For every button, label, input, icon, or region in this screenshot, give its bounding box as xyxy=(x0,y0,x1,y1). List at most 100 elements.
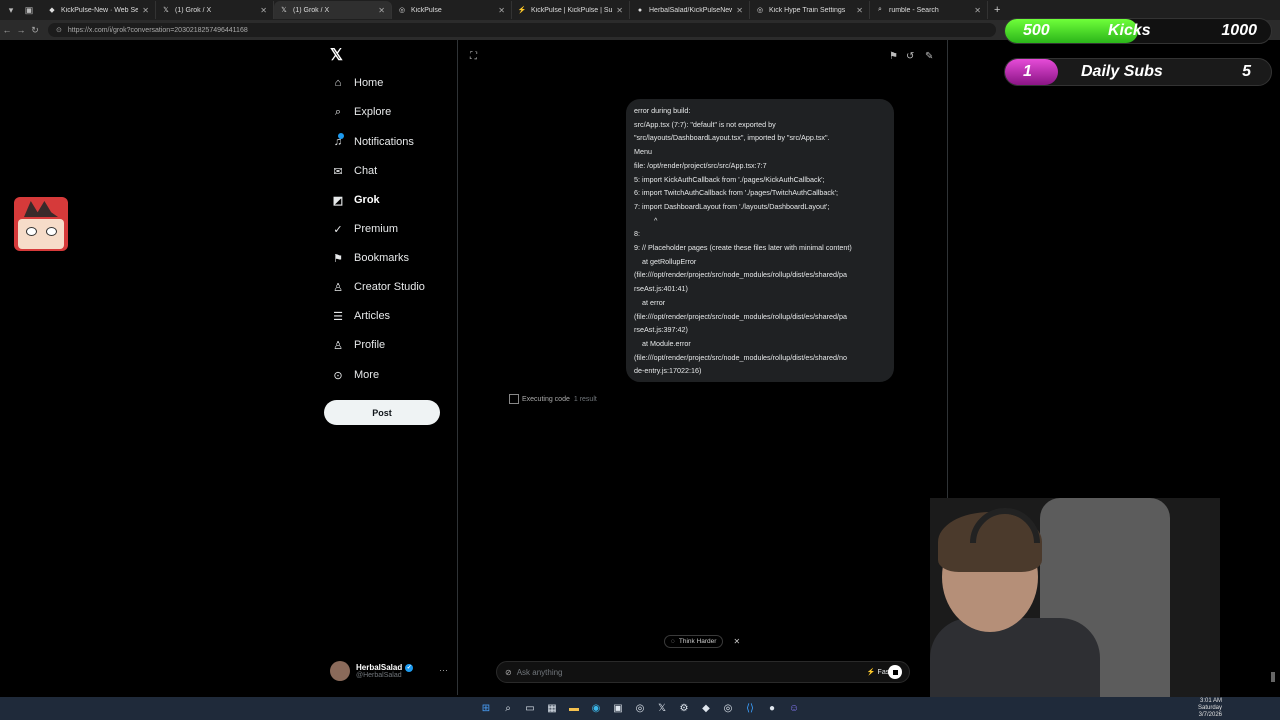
browser-tab[interactable]: ◎ KickPulse ✕ xyxy=(392,1,512,19)
profile-name: HerbalSalad xyxy=(356,663,403,672)
forward-icon[interactable]: → xyxy=(14,25,28,35)
reload-icon[interactable]: ↻ xyxy=(28,25,42,36)
close-icon[interactable]: ✕ xyxy=(974,6,981,15)
new-tab-icon[interactable]: + xyxy=(994,4,1000,16)
attach-icon[interactable]: ⊘ xyxy=(505,668,512,677)
obs-icon[interactable]: ● xyxy=(765,702,779,716)
think-harder-label: Think Harder xyxy=(678,637,717,645)
site-info-icon[interactable]: ⊙ xyxy=(56,26,62,34)
streamer-emote-image xyxy=(14,197,68,251)
x-icon: 𝕏 xyxy=(281,7,287,14)
executing-label: Executing code xyxy=(522,395,570,403)
taskbar: ⊞ ⌕ ▭ ▦ ▬ ◉ ▣ ◎ 𝕏 ⚙ ◆ ◎ ⟨⟩ ● ☺ xyxy=(0,697,1280,720)
browser-tab[interactable]: ● HerbalSalad/KickPulseNew ✕ xyxy=(630,1,750,19)
close-icon[interactable]: ✕ xyxy=(378,6,385,15)
close-icon[interactable]: ✕ xyxy=(498,6,505,15)
message-line: ^ xyxy=(634,215,658,225)
edge-icon[interactable]: ◉ xyxy=(589,702,603,716)
file-explorer-icon[interactable]: ▬ xyxy=(567,702,581,716)
stop-button[interactable] xyxy=(888,665,902,679)
chrome-icon[interactable]: ◎ xyxy=(721,702,735,716)
post-button[interactable]: Post xyxy=(324,400,440,425)
widgets-icon[interactable]: ▦ xyxy=(545,702,559,716)
close-icon[interactable]: ✕ xyxy=(616,6,623,15)
clock-time: 3:01 AM xyxy=(1199,698,1222,704)
x-icon: 𝕏 xyxy=(163,7,169,14)
creator-icon: ♙ xyxy=(333,281,343,294)
chrome-icon[interactable]: ◎ xyxy=(633,702,647,716)
scrollbar[interactable] xyxy=(1271,672,1275,682)
bookmark-icon[interactable]: ⚑ xyxy=(889,51,898,62)
back-icon[interactable]: ← xyxy=(0,25,14,35)
browser-tab-active[interactable]: 𝕏 (1) Grok / X ✕ xyxy=(274,1,392,19)
windows-start-icon[interactable]: ⊞ xyxy=(479,702,493,716)
message-line: de-entry.js:17022:16) xyxy=(634,366,702,376)
x-app-icon[interactable]: 𝕏 xyxy=(655,702,669,716)
home-icon: ⌂ xyxy=(334,77,342,89)
sidebar-item-articles[interactable]: ☰ Articles xyxy=(331,309,390,323)
sidebar-item-explore[interactable]: ⌕ Explore xyxy=(331,105,391,119)
message-line: file: /opt/render/project/src/src/App.ts… xyxy=(634,160,767,170)
x-logo[interactable]: 𝕏 xyxy=(330,45,343,65)
sidebar-item-chat[interactable]: ✉ Chat xyxy=(331,164,377,178)
think-harder-button[interactable]: ◌ Think Harder xyxy=(664,634,724,648)
bolt-icon: ⚡ xyxy=(866,669,876,676)
tab-list-icon[interactable]: ▾ xyxy=(4,3,18,17)
more-options-icon[interactable]: ··· xyxy=(439,665,448,675)
browser-tab[interactable]: ◎ Kick Hype Train Settings ✕ xyxy=(750,1,870,19)
url-field[interactable]: ⊙ https://x.com/i/grok?conversation=20302… xyxy=(48,23,996,37)
sidebar-item-home[interactable]: ⌂ Home xyxy=(331,76,384,90)
notification-badge xyxy=(338,133,344,139)
sidebar-item-creator-studio[interactable]: ♙ Creator Studio xyxy=(331,280,425,294)
browser-tab-strip: ▾ ▣ ◆KickPulse-New · Web Service · Re✕ 𝕏… xyxy=(0,0,1280,20)
browser-tab[interactable]: ⚡KickPulse | KickPulse | Supabase✕ xyxy=(512,1,630,19)
new-chat-icon[interactable]: ✎ xyxy=(925,51,933,62)
browser-tab[interactable]: 𝕏 (1) Grok / X ✕ xyxy=(156,1,274,19)
sidebar-item-grok[interactable]: ◩ Grok xyxy=(331,193,380,207)
profile-name-row: HerbalSalad ✓ xyxy=(356,663,414,672)
close-icon[interactable]: ✕ xyxy=(736,6,743,15)
browser-tab[interactable]: ◆KickPulse-New · Web Service · Re✕ xyxy=(42,1,156,19)
workspace-icon[interactable]: ▣ xyxy=(22,3,36,17)
vscode-icon[interactable]: ⟨⟩ xyxy=(743,702,757,716)
kicks-goal: 1000 xyxy=(1221,22,1257,39)
close-icon[interactable]: ✕ xyxy=(733,637,740,646)
emote-hair xyxy=(24,201,58,217)
bookmark-icon: ⚑ xyxy=(333,252,343,265)
sidebar-item-bookmarks[interactable]: ⚑ Bookmarks xyxy=(331,251,409,265)
think-harder-chip: ◌ Think Harder ✕ xyxy=(664,634,740,648)
discord-icon[interactable]: ☺ xyxy=(787,702,801,716)
kicks-current: 500 xyxy=(1023,22,1050,39)
kicks-label: Kicks xyxy=(1108,22,1151,39)
history-icon[interactable]: ↺ xyxy=(906,51,914,62)
sidebar-item-premium[interactable]: ✓ Premium xyxy=(331,222,398,236)
more-icon: ⊙ xyxy=(333,369,343,382)
message-line: 8: xyxy=(634,229,640,239)
tabs: ◆KickPulse-New · Web Service · Re✕ 𝕏(1) … xyxy=(42,1,988,19)
globe-icon: ◎ xyxy=(398,7,406,14)
system-clock[interactable]: 3:01 AM Saturday 3/7/2026 xyxy=(1198,698,1222,719)
user-message-bubble: error during build: src/App.tsx (7:7): "… xyxy=(626,99,894,382)
executing-code-status[interactable]: Executing code 1 result xyxy=(509,394,597,404)
app-icon[interactable]: ◆ xyxy=(699,702,713,716)
search-icon: ⌕ xyxy=(878,6,882,13)
grok-icon: ◩ xyxy=(332,194,344,207)
globe-icon: ◎ xyxy=(756,7,764,14)
browser-tab[interactable]: ⌕ rumble - Search ✕ xyxy=(870,1,988,19)
task-view-icon[interactable]: ▭ xyxy=(523,702,537,716)
sidebar-item-profile[interactable]: ♙ Profile xyxy=(331,338,385,352)
close-icon[interactable]: ✕ xyxy=(260,6,267,15)
app-icon[interactable]: ⚙ xyxy=(677,702,691,716)
close-icon[interactable]: ✕ xyxy=(856,6,863,15)
sidebar-item-more[interactable]: ⊙ More xyxy=(331,368,379,382)
search-icon[interactable]: ⌕ xyxy=(501,702,515,716)
articles-icon: ☰ xyxy=(333,310,343,323)
chat-input[interactable]: Ask anything xyxy=(517,668,867,677)
account-switcher[interactable]: HerbalSalad ✓ @HerbalSalad ··· xyxy=(330,659,450,683)
message-line: at getRollupError xyxy=(634,256,697,266)
message-line: src/App.tsx (7:7): "default" is not expo… xyxy=(634,119,776,129)
kicks-goal-bar: 500 Kicks 1000 xyxy=(1004,18,1272,44)
expand-icon[interactable]: ⛶ xyxy=(470,51,477,62)
store-icon[interactable]: ▣ xyxy=(611,702,625,716)
close-icon[interactable]: ✕ xyxy=(142,6,149,15)
